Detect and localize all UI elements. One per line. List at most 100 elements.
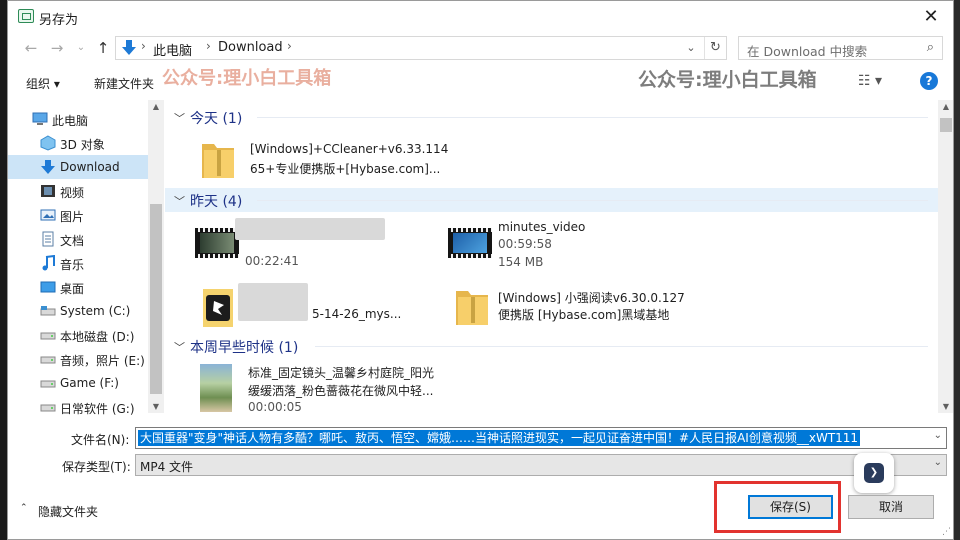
assistant-logo-icon: ❯: [864, 463, 884, 483]
sidebar-item-drive-e[interactable]: 音频，照片 (E:): [8, 347, 148, 371]
chevron-down-icon[interactable]: ⌄: [934, 430, 942, 441]
breadcrumb-separator: ›: [141, 39, 146, 53]
filetype-label: 保存类型(T):: [62, 460, 131, 474]
sidebar-item-label: 图片: [60, 210, 85, 224]
file-item[interactable]: [Windows] 小强阅读v6.30.0.127 便携版 [Hybase.co…: [454, 281, 704, 337]
refresh-icon[interactable]: ↻: [704, 37, 726, 59]
group-header-earlier-this-week[interactable]: ﹀ 本周早些时候 (1): [165, 334, 938, 358]
chevron-down-icon: ﹀: [174, 112, 185, 125]
sidebar-item-label: Game (F:): [60, 376, 119, 390]
scrollbar-thumb[interactable]: [940, 118, 952, 132]
file-item[interactable]: 5-14-26_mys...: [200, 281, 450, 337]
organize-button[interactable]: 组织 ▾: [26, 75, 60, 92]
group-title: 昨天 (4): [190, 194, 243, 210]
help-icon[interactable]: ?: [920, 72, 938, 90]
group-header-today[interactable]: ﹀ 今天 (1): [165, 105, 938, 129]
filename-input[interactable]: 大国重器"变身"神话人物有多酷？哪吒、敖丙、悟空、嫦娥……当神话照进现实，一起见…: [138, 430, 861, 446]
file-item[interactable]: [Windows]+CCleaner+v6.33.114 65+专业便携版+[H…: [200, 134, 450, 190]
sidebar-item-drive-f[interactable]: Game (F:): [8, 371, 148, 395]
sidebar-item-drive-g[interactable]: 日常软件 (G:): [8, 395, 148, 419]
close-icon[interactable]: ✕: [919, 5, 943, 29]
sidebar-item-label: 桌面: [60, 282, 85, 296]
scroll-down-icon[interactable]: ▼: [148, 402, 164, 411]
highlight-annotation-box: [714, 481, 841, 533]
sidebar-item-this-pc[interactable]: 此电脑: [8, 107, 148, 131]
drive-icon: [40, 332, 56, 340]
address-dropdown-icon[interactable]: ⌄: [682, 38, 700, 58]
sidebar-item-download[interactable]: Download: [8, 155, 148, 179]
chevron-up-icon: ⌃: [20, 503, 28, 513]
sidebar-item-label: Download: [60, 160, 120, 174]
sidebar-item-drive-c[interactable]: System (C:): [8, 299, 148, 323]
chevron-down-icon[interactable]: ⌄: [934, 457, 942, 468]
file-duration: 00:00:05: [248, 400, 302, 413]
chevron-down-icon: ﹀: [174, 341, 185, 354]
sidebar-item-label: 音频，照片 (E:): [60, 354, 145, 368]
filetype-select[interactable]: MP4 文件 ⌄: [135, 454, 947, 476]
download-arrow-icon: [41, 160, 55, 174]
scroll-up-icon[interactable]: ▲: [938, 102, 953, 111]
file-item[interactable]: minutes_video 00:59:58 154 MB: [448, 216, 698, 272]
forward-arrow-icon[interactable]: →: [46, 37, 68, 59]
breadcrumb-separator: ›: [206, 39, 211, 53]
breadcrumb-download[interactable]: Download: [218, 40, 283, 55]
hide-folders-label: 隐藏文件夹: [38, 505, 99, 519]
chevron-down-icon: ﹀: [174, 195, 185, 208]
video-thumbnail: [195, 228, 239, 258]
recent-chevron-icon[interactable]: ⌄: [74, 37, 88, 59]
group-divider: [257, 200, 928, 201]
download-arrow-icon: [122, 40, 136, 55]
sidebar-item-music[interactable]: 音乐: [8, 251, 148, 275]
save-as-dialog: 另存为 ✕ ← → ⌄ ↑ › 此电脑 › Download › ⌄ ↻ 在 D…: [7, 0, 954, 540]
sidebar-item-3d-objects[interactable]: 3D 对象: [8, 131, 148, 155]
view-options-icon[interactable]: ☷ ▾: [858, 73, 882, 89]
drive-icon: [40, 404, 56, 412]
group-title: 今天 (1): [190, 111, 243, 127]
drive-icon: [40, 356, 56, 364]
sidebar-item-desktop[interactable]: 桌面: [8, 275, 148, 299]
sidebar-item-documents[interactable]: 文档: [8, 227, 148, 251]
filename-field[interactable]: 大国重器"变身"神话人物有多酷？哪吒、敖丙、悟空、嫦娥……当神话照进现实，一起见…: [135, 427, 947, 449]
file-list-scrollbar[interactable]: ▲ ▼: [938, 100, 953, 413]
file-item[interactable]: 标准_固定镜头_温馨乡村庭院_阳光 缓缓洒落_粉色蔷薇花在微风中轻... 00:…: [200, 362, 450, 413]
resize-grip-icon[interactable]: ⋰: [942, 527, 951, 537]
breadcrumb-this-pc[interactable]: 此电脑: [153, 40, 192, 59]
scrollbar-thumb[interactable]: [150, 204, 162, 394]
hide-folders-toggle[interactable]: ⌃ 隐藏文件夹: [20, 503, 98, 520]
back-arrow-icon[interactable]: ←: [20, 37, 42, 59]
document-icon: [42, 231, 54, 247]
search-input[interactable]: 在 Download 中搜索: [747, 41, 867, 60]
scroll-down-icon[interactable]: ▼: [938, 402, 953, 411]
file-duration: 00:59:58: [498, 237, 552, 251]
blurred-filename: [235, 218, 385, 240]
sidebar-item-label: 文档: [60, 234, 85, 248]
search-icon[interactable]: ⌕: [927, 40, 934, 55]
group-header-yesterday[interactable]: ﹀ 昨天 (4): [165, 188, 938, 212]
scroll-up-icon[interactable]: ▲: [148, 102, 164, 111]
sidebar-item-label: 视频: [60, 186, 85, 200]
file-name: 5-14-26_mys...: [312, 307, 402, 321]
group-divider: [257, 117, 928, 118]
file-list: ﹀ 今天 (1) [Windows]+CCleaner+v6.33.114 65…: [165, 100, 938, 413]
file-name: minutes_video: [498, 220, 586, 234]
search-box[interactable]: 在 Download 中搜索 ⌕: [738, 36, 943, 60]
file-name-line2: 缓缓洒落_粉色蔷薇花在微风中轻...: [248, 384, 434, 398]
title-bar: 另存为 ✕: [8, 1, 953, 33]
navigation-pane: 此电脑 3D 对象 Download 视频 图片 文档 音乐 桌面 System…: [8, 100, 148, 416]
navigation-bar: ← → ⌄ ↑ › 此电脑 › Download › ⌄ ↻ 在 Downloa…: [8, 34, 953, 64]
video-thumbnail: [200, 364, 232, 412]
file-item[interactable]: 00:22:41: [195, 216, 445, 272]
sidebar-item-label: 音乐: [60, 258, 85, 272]
address-bar[interactable]: › 此电脑 › Download › ⌄ ↻: [115, 36, 727, 60]
floating-assistant-button[interactable]: ❯: [854, 453, 894, 493]
file-name-line2: 便携版 [Hybase.com]黑域基地: [498, 308, 670, 322]
new-folder-button[interactable]: 新建文件夹: [94, 75, 154, 92]
up-arrow-icon[interactable]: ↑: [92, 37, 114, 59]
cancel-button[interactable]: 取消: [848, 495, 934, 519]
window-title: 另存为: [39, 13, 79, 28]
sidebar-item-drive-d[interactable]: 本地磁盘 (D:): [8, 323, 148, 347]
sidebar-item-pictures[interactable]: 图片: [8, 203, 148, 227]
music-icon: [42, 255, 55, 271]
sidebar-item-videos[interactable]: 视频: [8, 179, 148, 203]
sidebar-scrollbar[interactable]: ▲ ▼: [148, 100, 164, 413]
